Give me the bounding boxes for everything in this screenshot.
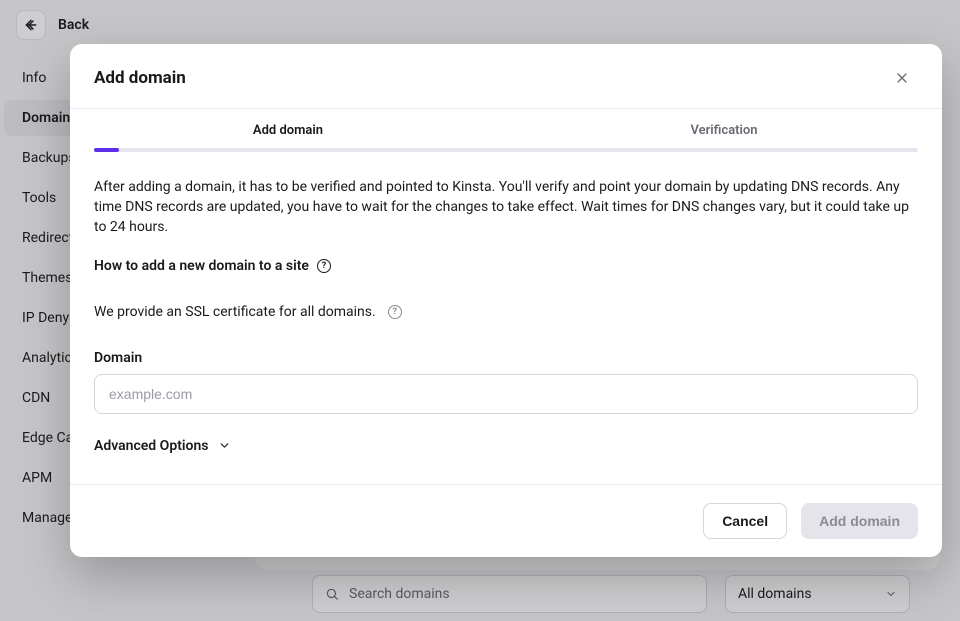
help-icon[interactable]: ? xyxy=(388,305,402,319)
chevron-down-icon xyxy=(218,439,231,452)
cancel-button[interactable]: Cancel xyxy=(703,503,787,539)
modal-header: Add domain xyxy=(70,44,942,108)
step-tab-verification[interactable]: Verification xyxy=(506,109,942,148)
cancel-button-label: Cancel xyxy=(722,513,768,529)
add-domain-button-label: Add domain xyxy=(819,513,900,529)
domain-input[interactable] xyxy=(94,374,918,414)
ssl-note-text: We provide an SSL certificate for all do… xyxy=(94,304,376,320)
howto-link-text: How to add a new domain to a site xyxy=(94,258,309,274)
modal-footer: Cancel Add domain xyxy=(70,484,942,557)
modal-body: After adding a domain, it has to be veri… xyxy=(70,152,942,464)
ssl-note-row: We provide an SSL certificate for all do… xyxy=(94,304,918,320)
domain-field-label: Domain xyxy=(94,350,918,366)
intro-text: After adding a domain, it has to be veri… xyxy=(94,178,918,238)
step-tab-add-domain[interactable]: Add domain xyxy=(70,109,506,148)
add-domain-button[interactable]: Add domain xyxy=(801,503,918,539)
help-icon: ? xyxy=(317,259,331,273)
progress-track xyxy=(94,148,918,152)
howto-link[interactable]: How to add a new domain to a site ? xyxy=(94,258,331,274)
progress-fill xyxy=(94,148,119,152)
advanced-options-label: Advanced Options xyxy=(94,438,208,454)
step-tabs: Add domain Verification xyxy=(70,109,942,148)
modal-title: Add domain xyxy=(94,68,186,88)
close-button[interactable] xyxy=(890,66,914,90)
close-icon xyxy=(894,70,910,86)
advanced-options-toggle[interactable]: Advanced Options xyxy=(94,438,918,454)
step-tab-label: Add domain xyxy=(253,123,323,138)
step-tab-label: Verification xyxy=(690,123,757,138)
add-domain-modal: Add domain Add domain Verification After… xyxy=(70,44,942,557)
